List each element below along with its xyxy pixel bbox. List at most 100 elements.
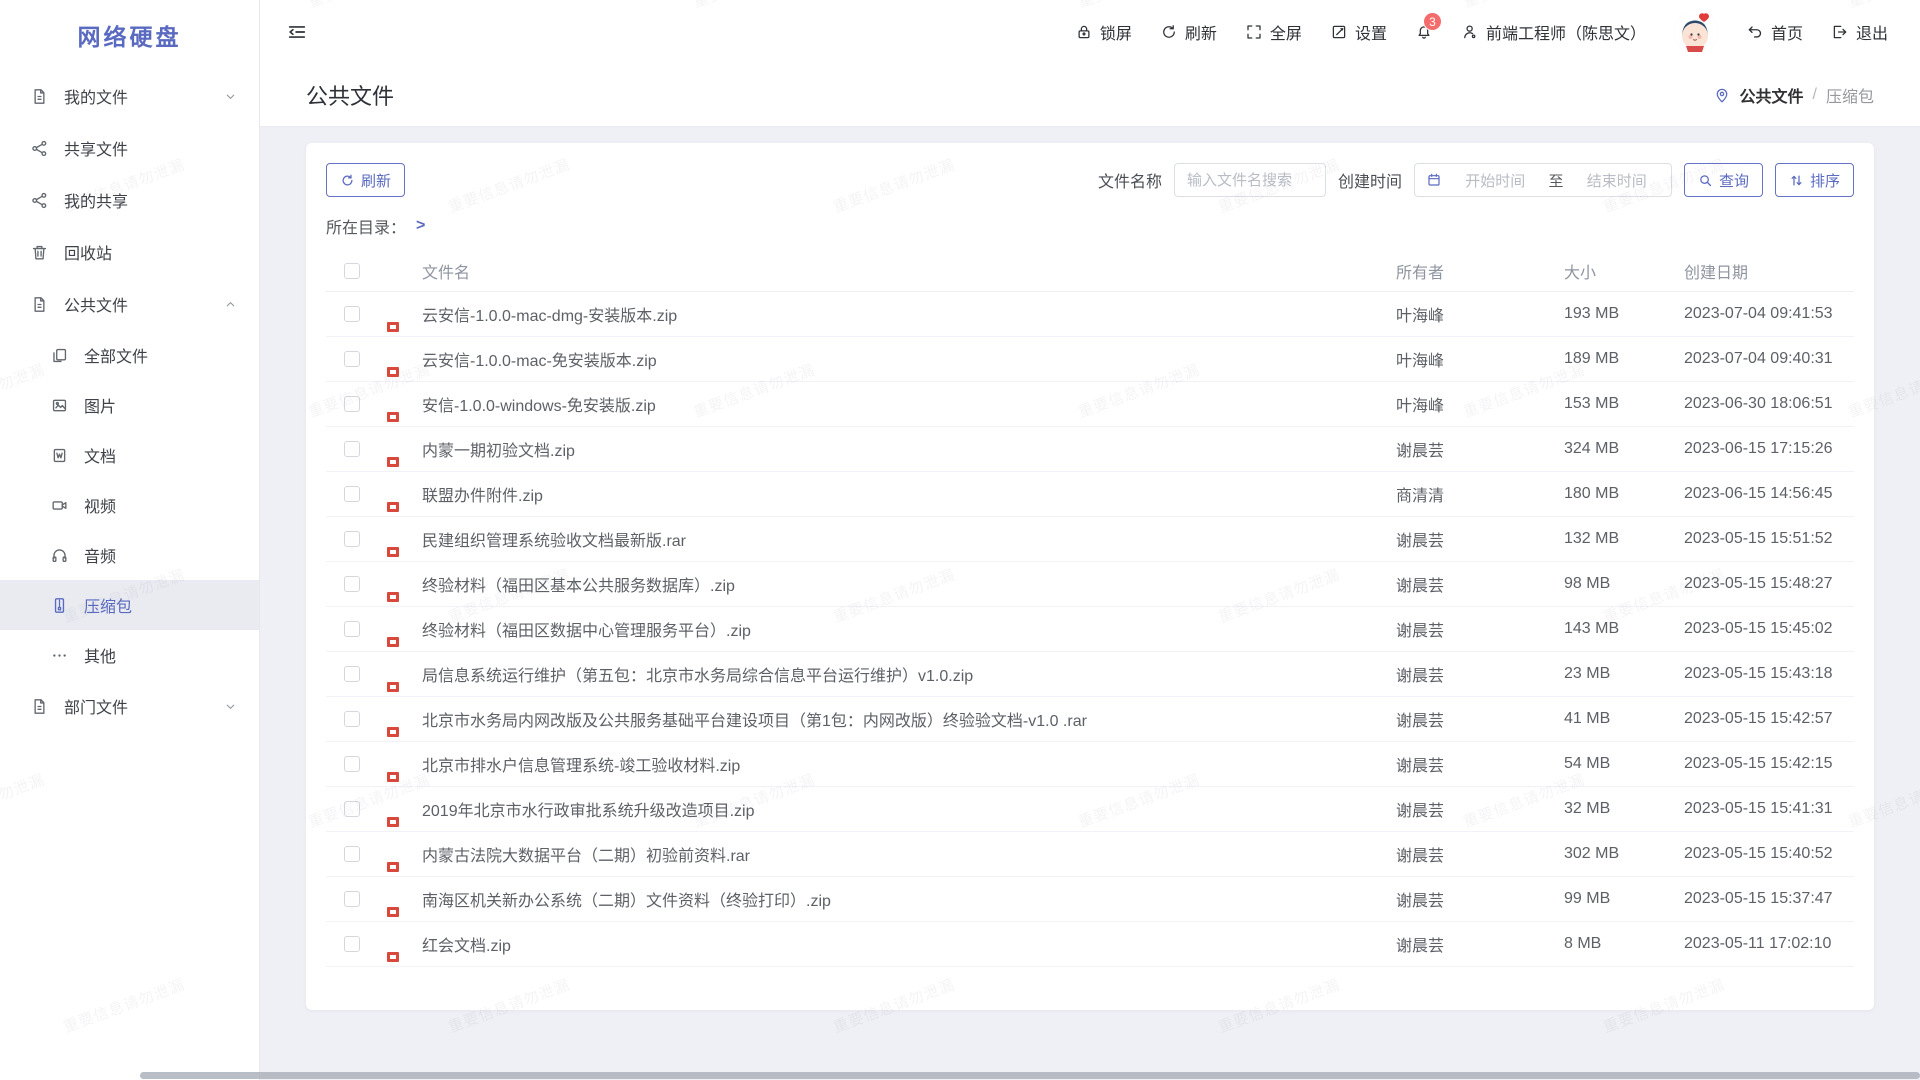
file-owner: 叶海峰 (1396, 392, 1564, 416)
row-checkbox[interactable] (344, 801, 360, 817)
logout-button[interactable]: 退出 (1831, 20, 1888, 44)
file-name[interactable]: 2019年北京市水行政审批系统升级改造项目.zip (422, 797, 1396, 821)
sidebar-item-my-shares[interactable]: 我的共享 (0, 174, 259, 226)
row-checkbox[interactable] (344, 756, 360, 772)
select-all-checkbox[interactable] (344, 263, 360, 279)
file-owner: 叶海峰 (1396, 302, 1564, 326)
doc-icon (30, 697, 49, 716)
file-name[interactable]: 北京市排水户信息管理系统-竣工验收材料.zip (422, 752, 1396, 776)
directory-root-arrow[interactable]: > (416, 217, 425, 235)
row-checkbox[interactable] (344, 891, 360, 907)
file-size: 98 MB (1564, 575, 1684, 593)
row-checkbox[interactable] (344, 936, 360, 952)
file-name[interactable]: 南海区机关新办公系统（二期）文件资料（终验打印）.zip (422, 887, 1396, 911)
file-created-date: 2023-05-15 15:37:47 (1684, 890, 1854, 908)
refresh-button[interactable]: 刷新 (1160, 20, 1217, 44)
sidebar-item-images[interactable]: 图片 (0, 380, 259, 430)
file-created-date: 2023-05-15 15:51:52 (1684, 530, 1854, 548)
sidebar-item-others[interactable]: 其他 (0, 630, 259, 680)
filename-search-input[interactable] (1174, 163, 1326, 197)
sidebar-item-videos[interactable]: 视频 (0, 480, 259, 530)
file-name[interactable]: 云安信-1.0.0-mac-dmg-安装版本.zip (422, 302, 1396, 326)
created-date-filter-label: 创建时间 (1338, 168, 1402, 192)
row-checkbox[interactable] (344, 666, 360, 682)
sort-button[interactable]: 排序 (1775, 163, 1854, 197)
column-header-filename[interactable]: 文件名 (422, 259, 1396, 283)
file-name[interactable]: 北京市水务局内网改版及公共服务基础平台建设项目（第1包：内网改版）终验验文档-v… (422, 707, 1396, 731)
settings-button[interactable]: 设置 (1330, 20, 1387, 44)
row-checkbox[interactable] (344, 711, 360, 727)
horizontal-scrollbar[interactable] (140, 1072, 1920, 1079)
sidebar-item-public-files[interactable]: 公共文件 (0, 278, 259, 330)
file-name[interactable]: 安信-1.0.0-windows-免安装版.zip (422, 392, 1396, 416)
breadcrumb-root[interactable]: 公共文件 (1740, 83, 1804, 107)
user-avatar[interactable] (1674, 10, 1718, 54)
file-owner: 谢晨芸 (1396, 797, 1564, 821)
file-created-date: 2023-06-30 18:06:51 (1684, 395, 1854, 413)
row-checkbox[interactable] (344, 486, 360, 502)
refresh-label: 刷新 (1185, 20, 1217, 44)
file-name[interactable]: 内蒙古法院大数据平台（二期）初验前资料.rar (422, 842, 1396, 866)
file-name[interactable]: 内蒙一期初验文档.zip (422, 437, 1396, 461)
row-checkbox[interactable] (344, 351, 360, 367)
lock-screen-button[interactable]: 锁屏 (1075, 20, 1132, 44)
home-label: 首页 (1771, 20, 1803, 44)
worddoc-icon (50, 446, 69, 465)
filter-bar: 文件名称 创建时间 开始时间 至 结束时间 (1098, 163, 1854, 197)
row-checkbox[interactable] (344, 441, 360, 457)
file-name[interactable]: 终验材料（福田区基本公共服务数据库）.zip (422, 572, 1396, 596)
current-directory-label: 所在目录： (326, 214, 406, 238)
end-date-placeholder[interactable]: 结束时间 (1573, 170, 1660, 191)
row-checkbox[interactable] (344, 531, 360, 547)
fullscreen-button[interactable]: 全屏 (1245, 20, 1302, 44)
user-name: 前端工程师（陈思文） (1486, 20, 1646, 44)
sidebar-item-label: 部门文件 (64, 694, 128, 718)
trash-icon (30, 243, 49, 262)
file-size: 132 MB (1564, 530, 1684, 548)
row-checkbox[interactable] (344, 621, 360, 637)
panel-toolbar: 刷新 文件名称 创建时间 开始时间 至 结束时间 (326, 163, 1854, 197)
filename-filter-label: 文件名称 (1098, 168, 1162, 192)
user-menu[interactable]: 前端工程师（陈思文） (1461, 20, 1646, 44)
search-button[interactable]: 查询 (1684, 163, 1763, 197)
row-checkbox[interactable] (344, 306, 360, 322)
start-date-placeholder[interactable]: 开始时间 (1452, 170, 1539, 191)
sort-arrows-icon (1789, 173, 1804, 188)
table-row: 终验材料（福田区基本公共服务数据库）.zip谢晨芸98 MB2023-05-15… (326, 562, 1854, 607)
row-checkbox[interactable] (344, 576, 360, 592)
row-checkbox[interactable] (344, 396, 360, 412)
video-icon (50, 496, 69, 515)
sidebar-nav: 我的文件共享文件我的共享回收站公共文件全部文件图片文档视频音频压缩包其他部门文件 (0, 70, 259, 1080)
file-name[interactable]: 云安信-1.0.0-mac-免安装版本.zip (422, 347, 1396, 371)
headphones-icon (50, 546, 69, 565)
column-header-created[interactable]: 创建日期 (1684, 259, 1854, 283)
file-name[interactable]: 联盟办件附件.zip (422, 482, 1396, 506)
file-size: 8 MB (1564, 935, 1684, 953)
file-name[interactable]: 红会文档.zip (422, 932, 1396, 956)
file-name[interactable]: 局信息系统运行维护（第五包：北京市水务局综合信息平台运行维护）v1.0.zip (422, 662, 1396, 686)
sidebar-item-recycle-bin[interactable]: 回收站 (0, 226, 259, 278)
content-area: 刷新 文件名称 创建时间 开始时间 至 结束时间 (260, 127, 1920, 1080)
undo-icon (1746, 23, 1764, 41)
sidebar-collapse-icon[interactable] (286, 21, 308, 43)
sidebar-item-audio[interactable]: 音频 (0, 530, 259, 580)
file-size: 143 MB (1564, 620, 1684, 638)
column-header-owner[interactable]: 所有者 (1396, 259, 1564, 283)
fullscreen-label: 全屏 (1270, 20, 1302, 44)
home-button[interactable]: 首页 (1746, 20, 1803, 44)
file-size: 180 MB (1564, 485, 1684, 503)
sidebar-item-archives[interactable]: 压缩包 (0, 580, 259, 630)
row-checkbox[interactable] (344, 846, 360, 862)
sidebar-item-department-files[interactable]: 部门文件 (0, 680, 259, 732)
date-range-picker[interactable]: 开始时间 至 结束时间 (1414, 163, 1672, 197)
sidebar-item-documents[interactable]: 文档 (0, 430, 259, 480)
notifications-button[interactable]: 3 (1415, 23, 1433, 41)
column-header-size[interactable]: 大小 (1564, 259, 1684, 283)
file-name[interactable]: 民建组织管理系统验收文档最新版.rar (422, 527, 1396, 551)
panel-refresh-button[interactable]: 刷新 (326, 163, 405, 197)
file-name[interactable]: 终验材料（福田区数据中心管理服务平台）.zip (422, 617, 1396, 641)
sidebar-item-shared-files[interactable]: 共享文件 (0, 122, 259, 174)
sidebar-item-my-files[interactable]: 我的文件 (0, 70, 259, 122)
sidebar-item-all-files[interactable]: 全部文件 (0, 330, 259, 380)
doc-icon (30, 87, 49, 106)
